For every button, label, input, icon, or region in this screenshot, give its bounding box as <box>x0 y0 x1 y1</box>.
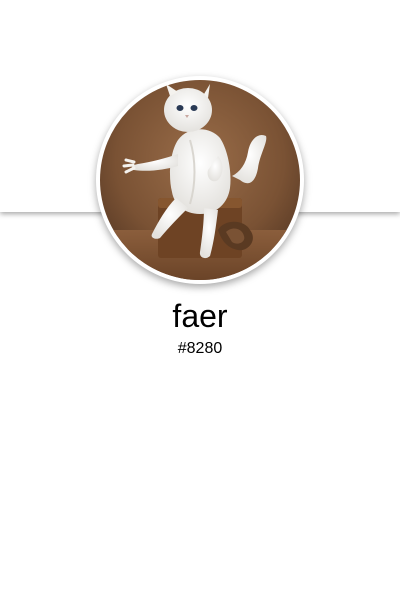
avatar-image <box>100 80 300 280</box>
user-discriminator: #8280 <box>177 340 223 357</box>
username: faer <box>172 298 228 334</box>
avatar[interactable] <box>96 76 304 284</box>
cat-photo-icon <box>100 80 300 280</box>
profile-page: faer #8280 <box>0 0 400 600</box>
